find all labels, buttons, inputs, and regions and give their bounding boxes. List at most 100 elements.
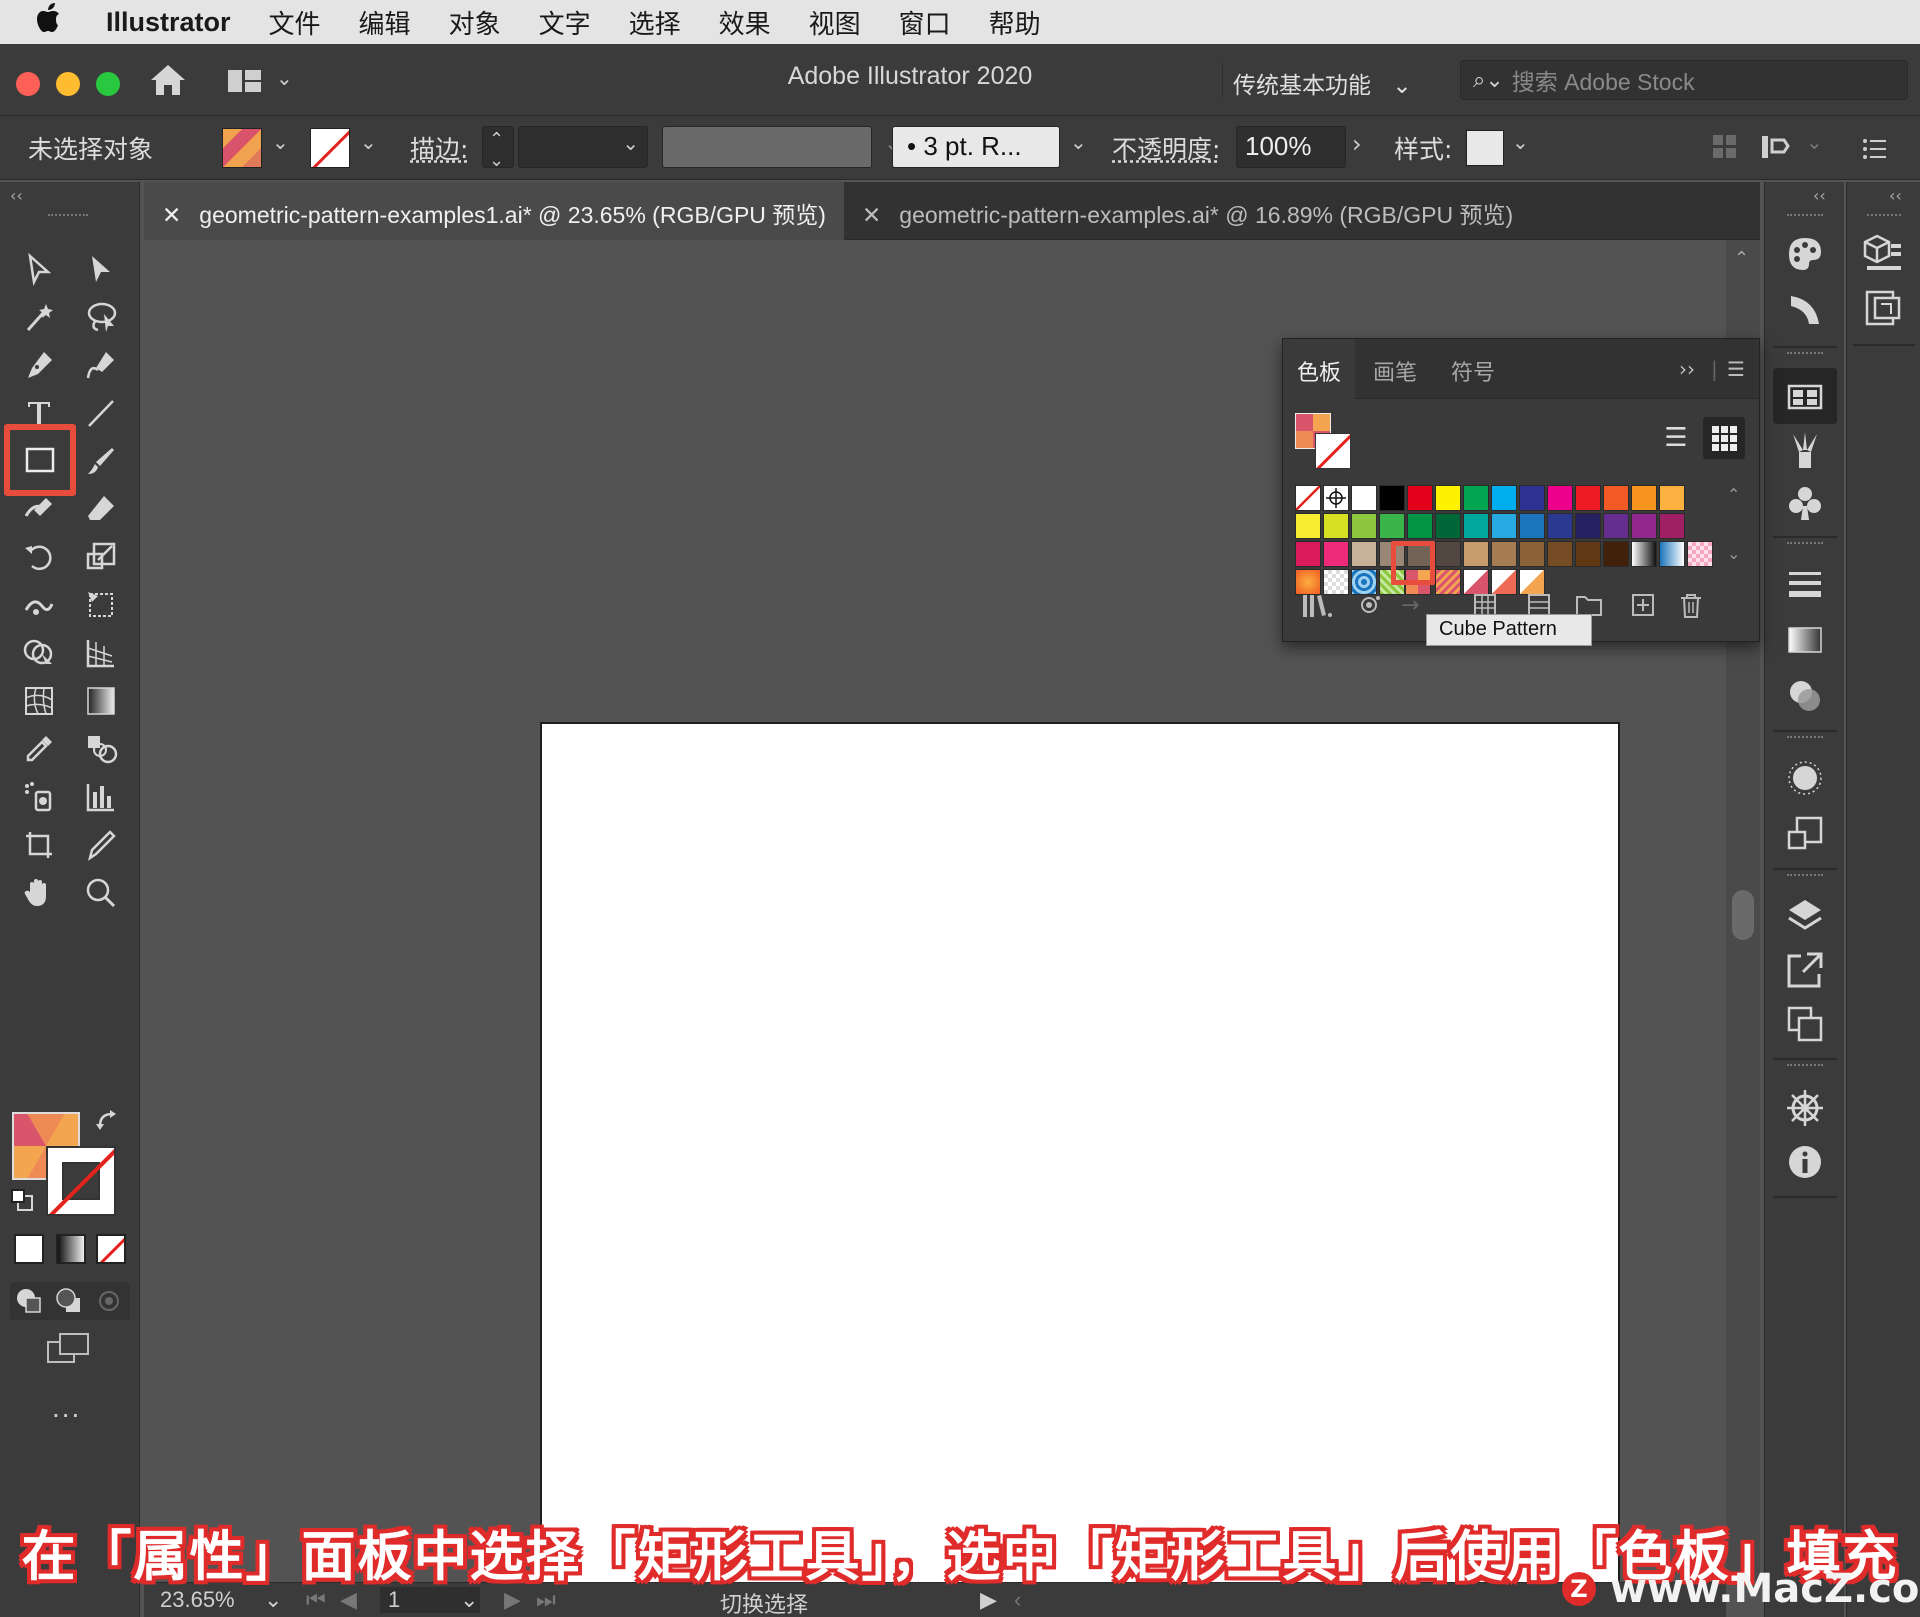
- artboards-icon[interactable]: [1783, 1002, 1827, 1046]
- document-info-icon[interactable]: [1783, 1140, 1827, 1184]
- asset-export-icon[interactable]: [1783, 948, 1827, 992]
- swatch-color[interactable]: [1463, 513, 1489, 539]
- direct-selection-tool-icon[interactable]: [80, 248, 122, 290]
- swatch-pattern[interactable]: [1463, 569, 1489, 595]
- swatch-color[interactable]: [1575, 485, 1601, 511]
- panel-grip[interactable]: [1787, 542, 1823, 548]
- scroll-up-icon[interactable]: ⌃: [1727, 485, 1747, 504]
- gradient-panel-icon[interactable]: [1783, 618, 1827, 662]
- panel-menu-icon[interactable]: [1862, 136, 1888, 167]
- swatch-pattern[interactable]: [1295, 569, 1321, 595]
- tab-geometric-pattern-examples1[interactable]: ✕ geometric-pattern-examples1.ai* @ 23.65…: [144, 182, 844, 240]
- swatch-color[interactable]: [1519, 485, 1545, 511]
- swatch-color[interactable]: [1575, 541, 1601, 567]
- menu-window[interactable]: 窗口: [899, 4, 951, 41]
- close-tab-icon[interactable]: ✕: [162, 203, 181, 229]
- swatch-gradient[interactable]: [1659, 541, 1685, 567]
- swatch-color[interactable]: [1323, 541, 1349, 567]
- draw-normal-icon[interactable]: [14, 1286, 44, 1321]
- symbol-sprayer-tool-icon[interactable]: [18, 776, 60, 818]
- swatch-color[interactable]: [1323, 513, 1349, 539]
- app-menu[interactable]: Illustrator: [106, 7, 231, 38]
- swatches-panel-button-active[interactable]: [1773, 368, 1837, 424]
- panel-grip[interactable]: [1867, 214, 1901, 220]
- thumbnail-view-icon[interactable]: [1703, 417, 1745, 459]
- artboard[interactable]: [540, 722, 1620, 1584]
- swatch-color[interactable]: [1547, 513, 1573, 539]
- collapse-panel-icon[interactable]: ‹‹: [1813, 186, 1826, 205]
- gradient-tool-icon[interactable]: [80, 680, 122, 722]
- shaper-tool-icon[interactable]: [18, 488, 60, 530]
- swatch-pattern[interactable]: [1351, 569, 1377, 595]
- pen-tool-icon[interactable]: [18, 344, 60, 386]
- swatch-gradient[interactable]: [1631, 541, 1657, 567]
- curvature-tool-icon[interactable]: [80, 344, 122, 386]
- magic-wand-tool-icon[interactable]: [18, 296, 60, 338]
- workspace-switcher[interactable]: 传统基本功能 ⌄: [1222, 62, 1422, 99]
- panel-grip[interactable]: [1787, 352, 1823, 358]
- swatch-color[interactable]: [1659, 513, 1685, 539]
- none-mode-button[interactable]: [96, 1234, 126, 1264]
- swatch-color[interactable]: [1603, 513, 1629, 539]
- panel-grip[interactable]: [1787, 214, 1823, 220]
- perspective-grid-tool-icon[interactable]: [80, 632, 122, 674]
- swatch-color[interactable]: [1351, 541, 1377, 567]
- draw-behind-icon[interactable]: [54, 1286, 84, 1321]
- hand-tool-icon[interactable]: [18, 872, 60, 914]
- delete-swatch-icon[interactable]: [1679, 593, 1703, 623]
- chevron-down-icon[interactable]: ⌄: [1806, 130, 1823, 154]
- chevron-down-icon[interactable]: ⌄: [1070, 130, 1087, 154]
- swatch-color[interactable]: [1547, 541, 1573, 567]
- edit-toolbar-button[interactable]: ...: [52, 1392, 81, 1424]
- swatch-color[interactable]: [1603, 485, 1629, 511]
- apple-menu-icon[interactable]: [36, 2, 78, 42]
- properties-panel-icon[interactable]: [1861, 286, 1905, 330]
- align-grid-icon[interactable]: [1712, 134, 1738, 167]
- scale-tool-icon[interactable]: [80, 536, 122, 578]
- default-fill-stroke-icon[interactable]: [10, 1188, 34, 1217]
- brush-definition-field[interactable]: • 3 pt. R...: [892, 126, 1060, 168]
- color-theme-icon[interactable]: [1783, 288, 1827, 332]
- collapse-to-icons-icon[interactable]: ››: [1679, 357, 1695, 381]
- collapse-panel-icon[interactable]: ‹‹: [10, 186, 23, 205]
- opacity-label[interactable]: 不透明度:: [1112, 130, 1220, 166]
- swap-fill-stroke-icon[interactable]: [96, 1108, 120, 1137]
- eyedropper-tool-icon[interactable]: [18, 728, 60, 770]
- swatch-color[interactable]: [1491, 485, 1517, 511]
- tab-geometric-pattern-examples[interactable]: ✕ geometric-pattern-examples.ai* @ 16.89%…: [844, 182, 1531, 240]
- stroke-panel-icon[interactable]: [1783, 562, 1827, 606]
- navigator-wheel-icon[interactable]: [1783, 1086, 1827, 1130]
- graphic-style-swatch[interactable]: [1466, 130, 1504, 166]
- swatch-color[interactable]: [1659, 485, 1685, 511]
- paintbrush-tool-icon[interactable]: [80, 440, 122, 482]
- swatch-color[interactable]: [1435, 485, 1461, 511]
- stroke-weight-stepper[interactable]: ⌃ ⌄: [482, 126, 514, 170]
- column-graph-tool-icon[interactable]: [80, 776, 122, 818]
- rotate-tool-icon[interactable]: [18, 536, 60, 578]
- swatch-color[interactable]: [1351, 513, 1377, 539]
- swatch-pattern[interactable]: [1519, 569, 1545, 595]
- opacity-field[interactable]: 100%: [1236, 126, 1346, 168]
- swatch-scrollbar[interactable]: ⌃ ⌄: [1727, 485, 1747, 581]
- brushes-icon[interactable]: [1783, 428, 1827, 472]
- swatch-color[interactable]: [1631, 485, 1657, 511]
- free-transform-tool-icon[interactable]: [80, 584, 122, 626]
- swatch-color[interactable]: [1407, 513, 1433, 539]
- appearance-icon[interactable]: [1783, 756, 1827, 800]
- color-guide-icon[interactable]: [1783, 232, 1827, 276]
- swatch-color[interactable]: [1575, 513, 1601, 539]
- swatch-pattern[interactable]: [1687, 541, 1713, 567]
- lasso-tool-icon[interactable]: [80, 296, 122, 338]
- scroll-thumb[interactable]: [1732, 890, 1754, 940]
- libraries-3d-icon[interactable]: [1861, 230, 1905, 274]
- stroke-weight-field[interactable]: ⌄: [518, 126, 648, 168]
- eraser-tool-icon[interactable]: [80, 488, 122, 530]
- screen-mode-icon[interactable]: [46, 1332, 92, 1371]
- slice-tool-icon[interactable]: [80, 824, 122, 866]
- swatch-color[interactable]: [1519, 541, 1545, 567]
- swatch-registration[interactable]: [1323, 485, 1349, 511]
- swatch-color[interactable]: [1463, 485, 1489, 511]
- scroll-up-icon[interactable]: ⌃: [1734, 248, 1749, 269]
- swatch-color[interactable]: [1407, 485, 1433, 511]
- show-swatch-kinds-icon[interactable]: [1357, 593, 1383, 623]
